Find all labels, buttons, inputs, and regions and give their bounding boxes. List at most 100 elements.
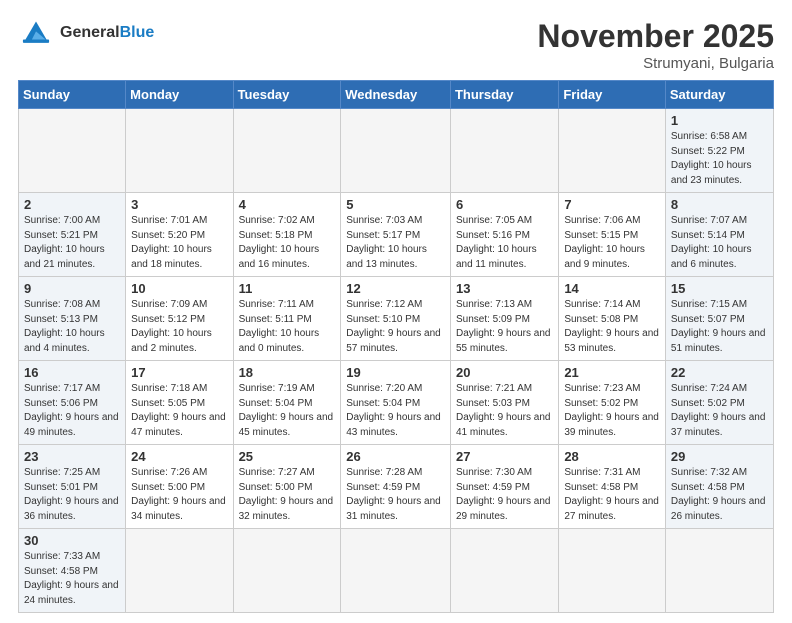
logo-icon — [18, 18, 54, 48]
day-info: Sunrise: 7:17 AM Sunset: 5:06 PM Dayligh… — [24, 382, 120, 440]
calendar-cell: 23 Sunrise: 7:25 AM Sunset: 5:01 PM Dayli… — [19, 445, 126, 529]
col-header-monday: Monday — [126, 81, 233, 109]
day-info: Sunrise: 7:14 AM Sunset: 5:08 PM Dayligh… — [564, 298, 660, 356]
day-info: Sunrise: 7:08 AM Sunset: 5:13 PM Dayligh… — [24, 298, 120, 356]
day-number: 21 — [564, 365, 660, 380]
day-number: 22 — [671, 365, 768, 380]
calendar-cell — [341, 109, 451, 193]
day-number: 6 — [456, 197, 553, 212]
calendar-cell: 7Sunrise: 7:06 AM Sunset: 5:15 PM Daylig… — [559, 193, 666, 277]
day-number: 2 — [24, 197, 120, 212]
day-number: 17 — [131, 365, 227, 380]
day-info: Sunrise: 7:24 AM Sunset: 5:02 PM Dayligh… — [671, 382, 768, 440]
day-info: Sunrise: 7:05 AM Sunset: 5:16 PM Dayligh… — [456, 214, 553, 272]
day-info: Sunrise: 7:09 AM Sunset: 5:12 PM Dayligh… — [131, 298, 227, 356]
day-number: 10 — [131, 281, 227, 296]
day-number: 15 — [671, 281, 768, 296]
calendar-cell: 18Sunrise: 7:19 AM Sunset: 5:04 PM Dayli… — [233, 361, 341, 445]
calendar-cell — [450, 109, 558, 193]
col-header-tuesday: Tuesday — [233, 81, 341, 109]
calendar-cell — [450, 529, 558, 613]
calendar-cell: 20 Sunrise: 7:21 AM Sunset: 5:03 PM Dayli… — [450, 361, 558, 445]
calendar-cell: 12 Sunrise: 7:12 AM Sunset: 5:10 PM Dayli… — [341, 277, 451, 361]
day-number: 7 — [564, 197, 660, 212]
calendar-cell: 3Sunrise: 7:01 AM Sunset: 5:20 PM Daylig… — [126, 193, 233, 277]
day-number: 14 — [564, 281, 660, 296]
logo-text: GeneralBlue — [60, 24, 154, 42]
day-info: Sunrise: 7:12 AM Sunset: 5:10 PM Dayligh… — [346, 298, 445, 356]
calendar-cell: 15 Sunrise: 7:15 AM Sunset: 5:07 PM Dayli… — [665, 277, 773, 361]
calendar: SundayMondayTuesdayWednesdayThursdayFrid… — [18, 80, 774, 613]
day-number: 29 — [671, 449, 768, 464]
title-block: November 2025 Strumyani, Bulgaria — [537, 18, 774, 72]
day-info: Sunrise: 7:26 AM Sunset: 5:00 PM Dayligh… — [131, 466, 227, 524]
day-number: 16 — [24, 365, 120, 380]
calendar-header-row: SundayMondayTuesdayWednesdayThursdayFrid… — [19, 81, 774, 109]
calendar-week-5: 30 Sunrise: 7:33 AM Sunset: 4:58 PM Dayli… — [19, 529, 774, 613]
calendar-cell — [19, 109, 126, 193]
day-number: 5 — [346, 197, 445, 212]
calendar-week-3: 16 Sunrise: 7:17 AM Sunset: 5:06 PM Dayli… — [19, 361, 774, 445]
day-info: Sunrise: 7:02 AM Sunset: 5:18 PM Dayligh… — [239, 214, 336, 272]
day-info: Sunrise: 7:32 AM Sunset: 4:58 PM Dayligh… — [671, 466, 768, 524]
calendar-cell — [233, 109, 341, 193]
month-title: November 2025 — [537, 18, 774, 55]
day-info: Sunrise: 7:18 AM Sunset: 5:05 PM Dayligh… — [131, 382, 227, 440]
day-number: 27 — [456, 449, 553, 464]
calendar-cell: 28Sunrise: 7:31 AM Sunset: 4:58 PM Dayli… — [559, 445, 666, 529]
calendar-cell: 19 Sunrise: 7:20 AM Sunset: 5:04 PM Dayli… — [341, 361, 451, 445]
day-info: Sunrise: 7:25 AM Sunset: 5:01 PM Dayligh… — [24, 466, 120, 524]
calendar-cell — [559, 109, 666, 193]
calendar-cell: 9Sunrise: 7:08 AM Sunset: 5:13 PM Daylig… — [19, 277, 126, 361]
page: GeneralBlue November 2025 Strumyani, Bul… — [0, 0, 792, 623]
day-number: 23 — [24, 449, 120, 464]
day-number: 30 — [24, 533, 120, 548]
day-info: Sunrise: 7:27 AM Sunset: 5:00 PM Dayligh… — [239, 466, 336, 524]
col-header-thursday: Thursday — [450, 81, 558, 109]
day-info: Sunrise: 7:31 AM Sunset: 4:58 PM Dayligh… — [564, 466, 660, 524]
calendar-cell — [341, 529, 451, 613]
day-number: 11 — [239, 281, 336, 296]
col-header-sunday: Sunday — [19, 81, 126, 109]
day-info: Sunrise: 7:13 AM Sunset: 5:09 PM Dayligh… — [456, 298, 553, 356]
day-number: 24 — [131, 449, 227, 464]
calendar-cell: 27 Sunrise: 7:30 AM Sunset: 4:59 PM Dayli… — [450, 445, 558, 529]
day-info: Sunrise: 7:03 AM Sunset: 5:17 PM Dayligh… — [346, 214, 445, 272]
day-number: 18 — [239, 365, 336, 380]
calendar-cell — [126, 109, 233, 193]
day-number: 20 — [456, 365, 553, 380]
day-info: Sunrise: 7:20 AM Sunset: 5:04 PM Dayligh… — [346, 382, 445, 440]
calendar-cell: 10 Sunrise: 7:09 AM Sunset: 5:12 PM Dayli… — [126, 277, 233, 361]
calendar-cell: 22 Sunrise: 7:24 AM Sunset: 5:02 PM Dayli… — [665, 361, 773, 445]
day-number: 25 — [239, 449, 336, 464]
calendar-cell — [559, 529, 666, 613]
day-info: Sunrise: 7:33 AM Sunset: 4:58 PM Dayligh… — [24, 550, 120, 608]
subtitle: Strumyani, Bulgaria — [537, 55, 774, 72]
calendar-cell: 13Sunrise: 7:13 AM Sunset: 5:09 PM Dayli… — [450, 277, 558, 361]
day-info: Sunrise: 7:11 AM Sunset: 5:11 PM Dayligh… — [239, 298, 336, 356]
calendar-cell — [126, 529, 233, 613]
day-number: 8 — [671, 197, 768, 212]
calendar-cell: 29 Sunrise: 7:32 AM Sunset: 4:58 PM Dayli… — [665, 445, 773, 529]
day-number: 4 — [239, 197, 336, 212]
day-info: Sunrise: 7:15 AM Sunset: 5:07 PM Dayligh… — [671, 298, 768, 356]
calendar-cell: 17 Sunrise: 7:18 AM Sunset: 5:05 PM Dayli… — [126, 361, 233, 445]
col-header-saturday: Saturday — [665, 81, 773, 109]
calendar-cell: 21Sunrise: 7:23 AM Sunset: 5:02 PM Dayli… — [559, 361, 666, 445]
day-info: Sunrise: 7:01 AM Sunset: 5:20 PM Dayligh… — [131, 214, 227, 272]
logo: GeneralBlue — [18, 18, 154, 48]
calendar-cell: 11 Sunrise: 7:11 AM Sunset: 5:11 PM Dayli… — [233, 277, 341, 361]
calendar-cell: 14 Sunrise: 7:14 AM Sunset: 5:08 PM Dayli… — [559, 277, 666, 361]
calendar-week-4: 23 Sunrise: 7:25 AM Sunset: 5:01 PM Dayli… — [19, 445, 774, 529]
calendar-cell — [233, 529, 341, 613]
day-info: Sunrise: 6:58 AM Sunset: 5:22 PM Dayligh… — [671, 130, 768, 188]
day-info: Sunrise: 7:28 AM Sunset: 4:59 PM Dayligh… — [346, 466, 445, 524]
day-info: Sunrise: 7:30 AM Sunset: 4:59 PM Dayligh… — [456, 466, 553, 524]
day-info: Sunrise: 7:07 AM Sunset: 5:14 PM Dayligh… — [671, 214, 768, 272]
day-number: 12 — [346, 281, 445, 296]
calendar-cell: 26Sunrise: 7:28 AM Sunset: 4:59 PM Dayli… — [341, 445, 451, 529]
header: GeneralBlue November 2025 Strumyani, Bul… — [18, 18, 774, 72]
day-number: 19 — [346, 365, 445, 380]
calendar-cell: 8 Sunrise: 7:07 AM Sunset: 5:14 PM Daylig… — [665, 193, 773, 277]
day-info: Sunrise: 7:21 AM Sunset: 5:03 PM Dayligh… — [456, 382, 553, 440]
